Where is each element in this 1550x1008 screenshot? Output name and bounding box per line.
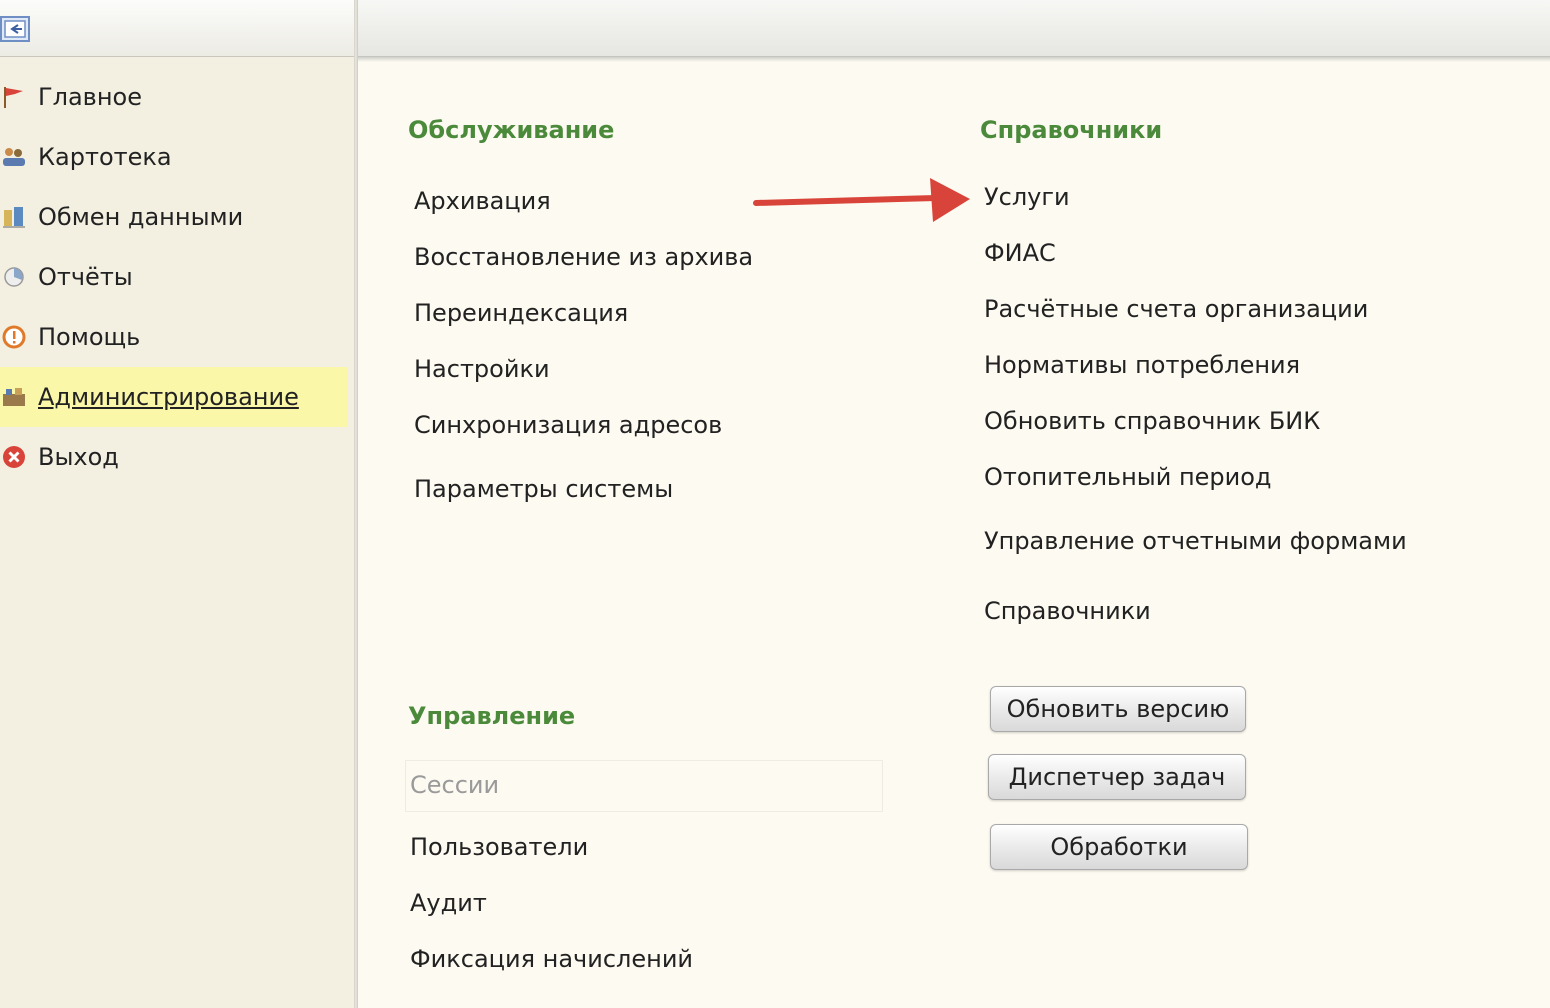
exit-icon bbox=[0, 443, 28, 471]
sidebar-item-reports[interactable]: Отчёты bbox=[0, 247, 348, 307]
management-section-title: Управление bbox=[408, 702, 576, 730]
task-manager-button[interactable]: Диспетчер задач bbox=[988, 754, 1246, 800]
sidebar-item-main[interactable]: Главное bbox=[0, 67, 348, 127]
link-users[interactable]: Пользователи bbox=[410, 833, 588, 861]
link-sessions: Сессии bbox=[410, 771, 500, 799]
sidebar-item-help[interactable]: Помощь bbox=[0, 307, 348, 367]
content-top-shadow bbox=[358, 57, 1550, 62]
link-restore-from-archive[interactable]: Восстановление из архива bbox=[414, 243, 753, 271]
link-services[interactable]: Услуги bbox=[984, 183, 1070, 211]
link-archiving[interactable]: Архивация bbox=[414, 187, 551, 215]
back-arrow-icon[interactable] bbox=[0, 16, 30, 42]
link-report-forms[interactable]: Управление отчетными формами bbox=[984, 527, 1407, 555]
link-heating-period[interactable]: Отопительный период bbox=[984, 463, 1272, 491]
sidebar-toolbar bbox=[0, 0, 354, 57]
people-icon bbox=[0, 143, 28, 171]
link-address-sync[interactable]: Синхронизация адресов bbox=[414, 411, 722, 439]
link-reindexing[interactable]: Переиндексация bbox=[414, 299, 628, 327]
sidebar-item-label: Администрирование bbox=[38, 383, 299, 411]
reports-icon bbox=[0, 263, 28, 291]
sidebar-item-label: Помощь bbox=[38, 323, 141, 351]
sidebar-item-data-exchange[interactable]: Обмен данными bbox=[0, 187, 348, 247]
sidebar-item-label: Выход bbox=[38, 443, 119, 471]
sidebar-item-exit[interactable]: Выход bbox=[0, 427, 348, 487]
sidebar-item-label: Главное bbox=[38, 83, 142, 111]
red-arrow-icon bbox=[753, 178, 970, 222]
link-accrual-fixation[interactable]: Фиксация начислений bbox=[410, 945, 693, 973]
link-update-bik[interactable]: Обновить справочник БИК bbox=[984, 407, 1320, 435]
link-consumption-norms[interactable]: Нормативы потребления bbox=[984, 351, 1300, 379]
sidebar-item-label: Отчёты bbox=[38, 263, 133, 291]
sidebar-item-label: Картотека bbox=[38, 143, 172, 171]
help-icon bbox=[0, 323, 28, 351]
processing-button[interactable]: Обработки bbox=[990, 824, 1248, 870]
update-version-button[interactable]: Обновить версию bbox=[990, 686, 1246, 732]
flag-icon bbox=[0, 83, 28, 111]
link-settings[interactable]: Настройки bbox=[414, 355, 550, 383]
link-references[interactable]: Справочники bbox=[984, 597, 1151, 625]
link-system-parameters[interactable]: Параметры системы bbox=[414, 475, 673, 503]
maintenance-section-title: Обслуживание bbox=[408, 116, 615, 144]
exchange-icon bbox=[0, 203, 28, 231]
link-org-bank-accounts[interactable]: Расчётные счета организации bbox=[984, 295, 1368, 323]
references-section-title: Справочники bbox=[980, 116, 1163, 144]
content-header-bar bbox=[356, 0, 1550, 57]
app-window: Главное Картотека Обмен данными Отчёты П… bbox=[0, 0, 1550, 1008]
admin-icon bbox=[0, 383, 28, 411]
sidebar: Главное Картотека Обмен данными Отчёты П… bbox=[0, 57, 354, 1008]
link-audit[interactable]: Аудит bbox=[410, 889, 487, 917]
link-fias[interactable]: ФИАС bbox=[984, 239, 1056, 267]
sidebar-item-administration[interactable]: Администрирование bbox=[0, 367, 348, 427]
sidebar-item-card-index[interactable]: Картотека bbox=[0, 127, 348, 187]
sidebar-item-label: Обмен данными bbox=[38, 203, 244, 231]
